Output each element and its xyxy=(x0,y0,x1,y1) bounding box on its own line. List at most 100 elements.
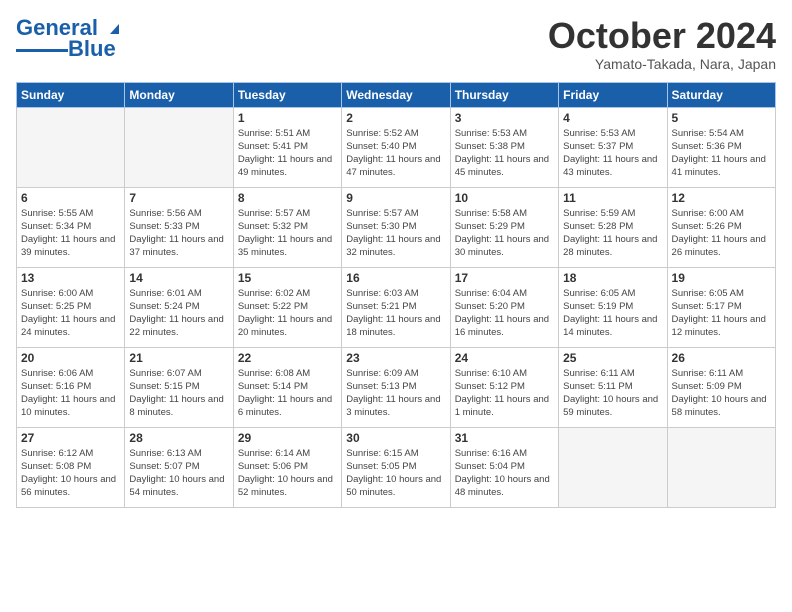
day-info: Sunrise: 6:02 AM Sunset: 5:22 PM Dayligh… xyxy=(238,287,337,340)
day-number: 19 xyxy=(672,271,771,285)
month-title: October 2024 xyxy=(548,16,776,56)
day-info: Sunrise: 5:56 AM Sunset: 5:33 PM Dayligh… xyxy=(129,207,228,260)
weekday-header-tuesday: Tuesday xyxy=(233,82,341,107)
calendar-cell: 23Sunrise: 6:09 AM Sunset: 5:13 PM Dayli… xyxy=(342,347,450,427)
day-info: Sunrise: 6:04 AM Sunset: 5:20 PM Dayligh… xyxy=(455,287,554,340)
day-number: 6 xyxy=(21,191,120,205)
calendar-cell: 15 Sunrise: 6:02 AM Sunset: 5:22 PM Dayli… xyxy=(233,267,341,347)
calendar-cell: 10Sunrise: 5:58 AM Sunset: 5:29 PM Dayli… xyxy=(450,187,558,267)
day-number: 5 xyxy=(672,111,771,125)
day-number: 15 xyxy=(238,271,337,285)
calendar-week-3: 20Sunrise: 6:06 AM Sunset: 5:16 PM Dayli… xyxy=(17,347,776,427)
day-info: Sunrise: 5:57 AM Sunset: 5:30 PM Dayligh… xyxy=(346,207,445,260)
header: General Blue October 2024 Yamato-Takada,… xyxy=(16,16,776,72)
calendar-cell: 27 Sunrise: 6:12 AM Sunset: 5:08 PM Dayli… xyxy=(17,427,125,507)
weekday-header-monday: Monday xyxy=(125,82,233,107)
weekday-header-wednesday: Wednesday xyxy=(342,82,450,107)
title-block: October 2024 Yamato-Takada, Nara, Japan xyxy=(548,16,776,72)
day-info: Sunrise: 5:53 AM Sunset: 5:37 PM Dayligh… xyxy=(563,127,662,180)
day-number: 8 xyxy=(238,191,337,205)
day-info: Sunrise: 6:16 AM Sunset: 5:04 PM Dayligh… xyxy=(455,447,554,500)
day-number: 1 xyxy=(238,111,337,125)
day-info: Sunrise: 5:57 AM Sunset: 5:32 PM Dayligh… xyxy=(238,207,337,260)
calendar-cell: 16 Sunrise: 6:03 AM Sunset: 5:21 PM Dayli… xyxy=(342,267,450,347)
calendar-cell: 18 Sunrise: 6:05 AM Sunset: 5:19 PM Dayli… xyxy=(559,267,667,347)
calendar-week-1: 6 Sunrise: 5:55 AM Sunset: 5:34 PM Daylig… xyxy=(17,187,776,267)
day-info: Sunrise: 5:52 AM Sunset: 5:40 PM Dayligh… xyxy=(346,127,445,180)
day-number: 21 xyxy=(129,351,228,365)
day-info: Sunrise: 6:15 AM Sunset: 5:05 PM Dayligh… xyxy=(346,447,445,500)
calendar-week-0: 1 Sunrise: 5:51 AM Sunset: 5:41 PM Daylig… xyxy=(17,107,776,187)
day-info: Sunrise: 6:08 AM Sunset: 5:14 PM Dayligh… xyxy=(238,367,337,420)
day-info: Sunrise: 5:51 AM Sunset: 5:41 PM Dayligh… xyxy=(238,127,337,180)
day-info: Sunrise: 5:53 AM Sunset: 5:38 PM Dayligh… xyxy=(455,127,554,180)
calendar-cell: 8 Sunrise: 5:57 AM Sunset: 5:32 PM Daylig… xyxy=(233,187,341,267)
day-info: Sunrise: 5:59 AM Sunset: 5:28 PM Dayligh… xyxy=(563,207,662,260)
day-info: Sunrise: 6:05 AM Sunset: 5:17 PM Dayligh… xyxy=(672,287,771,340)
day-info: Sunrise: 6:03 AM Sunset: 5:21 PM Dayligh… xyxy=(346,287,445,340)
calendar-cell: 29Sunrise: 6:14 AM Sunset: 5:06 PM Dayli… xyxy=(233,427,341,507)
day-number: 11 xyxy=(563,191,662,205)
day-number: 14 xyxy=(129,271,228,285)
day-info: Sunrise: 5:55 AM Sunset: 5:34 PM Dayligh… xyxy=(21,207,120,260)
calendar-cell: 9 Sunrise: 5:57 AM Sunset: 5:30 PM Daylig… xyxy=(342,187,450,267)
weekday-header-sunday: Sunday xyxy=(17,82,125,107)
day-number: 28 xyxy=(129,431,228,445)
calendar-header: SundayMondayTuesdayWednesdayThursdayFrid… xyxy=(17,82,776,107)
calendar-body: 1 Sunrise: 5:51 AM Sunset: 5:41 PM Daylig… xyxy=(17,107,776,507)
day-number: 17 xyxy=(455,271,554,285)
calendar-cell: 25 Sunrise: 6:11 AM Sunset: 5:11 PM Dayli… xyxy=(559,347,667,427)
day-info: Sunrise: 6:06 AM Sunset: 5:16 PM Dayligh… xyxy=(21,367,120,420)
weekday-header-saturday: Saturday xyxy=(667,82,775,107)
day-number: 13 xyxy=(21,271,120,285)
day-number: 31 xyxy=(455,431,554,445)
day-number: 9 xyxy=(346,191,445,205)
calendar-cell: 1 Sunrise: 5:51 AM Sunset: 5:41 PM Daylig… xyxy=(233,107,341,187)
page: General Blue October 2024 Yamato-Takada,… xyxy=(0,0,792,518)
calendar-cell: 7Sunrise: 5:56 AM Sunset: 5:33 PM Daylig… xyxy=(125,187,233,267)
calendar-cell xyxy=(559,427,667,507)
day-number: 10 xyxy=(455,191,554,205)
day-info: Sunrise: 6:05 AM Sunset: 5:19 PM Dayligh… xyxy=(563,287,662,340)
location: Yamato-Takada, Nara, Japan xyxy=(548,56,776,72)
day-number: 18 xyxy=(563,271,662,285)
day-info: Sunrise: 6:11 AM Sunset: 5:11 PM Dayligh… xyxy=(563,367,662,420)
calendar-week-2: 13 Sunrise: 6:00 AM Sunset: 5:25 PM Dayli… xyxy=(17,267,776,347)
calendar-cell: 5Sunrise: 5:54 AM Sunset: 5:36 PM Daylig… xyxy=(667,107,775,187)
day-number: 12 xyxy=(672,191,771,205)
day-info: Sunrise: 6:11 AM Sunset: 5:09 PM Dayligh… xyxy=(672,367,771,420)
calendar-cell: 21Sunrise: 6:07 AM Sunset: 5:15 PM Dayli… xyxy=(125,347,233,427)
calendar-cell: 22Sunrise: 6:08 AM Sunset: 5:14 PM Dayli… xyxy=(233,347,341,427)
day-number: 4 xyxy=(563,111,662,125)
calendar-cell: 4 Sunrise: 5:53 AM Sunset: 5:37 PM Daylig… xyxy=(559,107,667,187)
day-info: Sunrise: 6:09 AM Sunset: 5:13 PM Dayligh… xyxy=(346,367,445,420)
weekday-header-thursday: Thursday xyxy=(450,82,558,107)
calendar-cell: 19 Sunrise: 6:05 AM Sunset: 5:17 PM Dayli… xyxy=(667,267,775,347)
calendar-cell xyxy=(667,427,775,507)
day-number: 3 xyxy=(455,111,554,125)
day-number: 16 xyxy=(346,271,445,285)
calendar-cell: 12 Sunrise: 6:00 AM Sunset: 5:26 PM Dayli… xyxy=(667,187,775,267)
calendar-cell: 2Sunrise: 5:52 AM Sunset: 5:40 PM Daylig… xyxy=(342,107,450,187)
day-number: 25 xyxy=(563,351,662,365)
calendar-cell: 30Sunrise: 6:15 AM Sunset: 5:05 PM Dayli… xyxy=(342,427,450,507)
calendar-week-4: 27 Sunrise: 6:12 AM Sunset: 5:08 PM Dayli… xyxy=(17,427,776,507)
calendar-cell: 24 Sunrise: 6:10 AM Sunset: 5:12 PM Dayli… xyxy=(450,347,558,427)
day-number: 27 xyxy=(21,431,120,445)
day-info: Sunrise: 6:12 AM Sunset: 5:08 PM Dayligh… xyxy=(21,447,120,500)
calendar-cell: 28Sunrise: 6:13 AM Sunset: 5:07 PM Dayli… xyxy=(125,427,233,507)
day-number: 24 xyxy=(455,351,554,365)
calendar-cell: 6 Sunrise: 5:55 AM Sunset: 5:34 PM Daylig… xyxy=(17,187,125,267)
calendar-cell: 3 Sunrise: 5:53 AM Sunset: 5:38 PM Daylig… xyxy=(450,107,558,187)
logo: General Blue xyxy=(16,16,123,62)
logo-blue: Blue xyxy=(68,36,116,62)
weekday-header-friday: Friday xyxy=(559,82,667,107)
day-info: Sunrise: 6:00 AM Sunset: 5:25 PM Dayligh… xyxy=(21,287,120,340)
calendar-cell: 11 Sunrise: 5:59 AM Sunset: 5:28 PM Dayli… xyxy=(559,187,667,267)
calendar-cell xyxy=(17,107,125,187)
calendar-cell: 17 Sunrise: 6:04 AM Sunset: 5:20 PM Dayli… xyxy=(450,267,558,347)
calendar-table: SundayMondayTuesdayWednesdayThursdayFrid… xyxy=(16,82,776,508)
day-info: Sunrise: 6:10 AM Sunset: 5:12 PM Dayligh… xyxy=(455,367,554,420)
day-info: Sunrise: 6:00 AM Sunset: 5:26 PM Dayligh… xyxy=(672,207,771,260)
day-number: 26 xyxy=(672,351,771,365)
